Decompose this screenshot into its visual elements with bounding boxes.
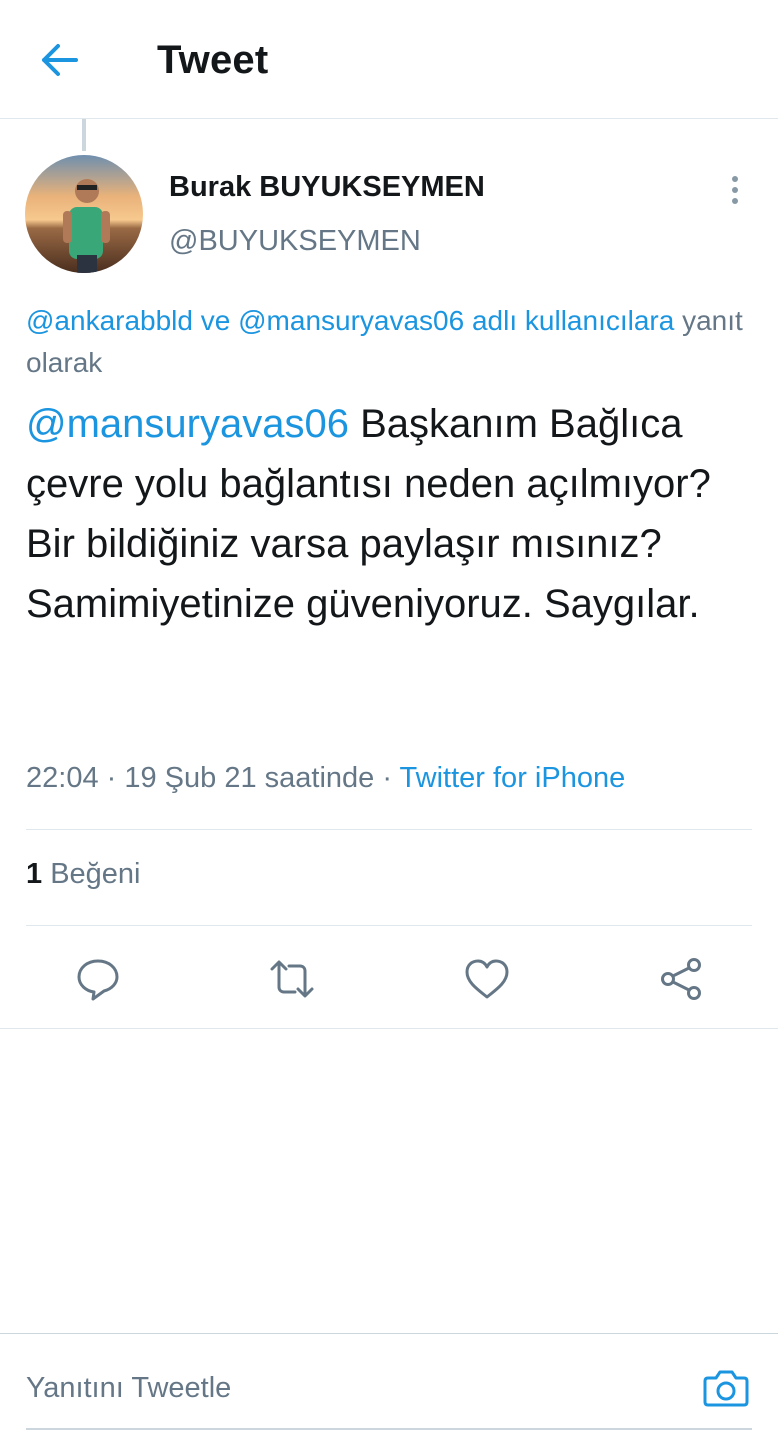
avatar[interactable] — [25, 155, 143, 273]
thread-connector-line — [82, 119, 86, 151]
more-options-button[interactable] — [718, 170, 752, 210]
mention-ankarabbld[interactable]: @ankarabbld — [26, 305, 193, 336]
likes-label: Beğeni — [50, 858, 141, 890]
reply-connector[interactable]: ve — [193, 305, 238, 336]
camera-button[interactable] — [702, 1364, 750, 1412]
section-divider — [0, 1028, 778, 1029]
reply-users-link[interactable]: adlı kullanıcılara — [464, 305, 674, 336]
meta-separator: · — [98, 762, 125, 794]
likes-count[interactable]: 1 Beğeni — [26, 858, 141, 891]
likes-number: 1 — [26, 858, 43, 890]
input-underline — [26, 1428, 752, 1430]
top-app-bar: Tweet — [0, 0, 778, 119]
share-button[interactable] — [657, 955, 705, 1003]
meta-separator-2: · — [374, 762, 400, 794]
back-button[interactable] — [34, 36, 86, 84]
reply-composer — [0, 1333, 778, 1440]
reply-input[interactable] — [26, 1358, 686, 1418]
like-button[interactable] — [463, 955, 511, 1003]
arrow-left-icon — [42, 44, 78, 76]
retweet-icon — [270, 960, 314, 998]
divider — [26, 829, 752, 830]
author-name[interactable]: Burak BUYUKSEYMEN — [169, 171, 485, 204]
share-icon — [661, 958, 701, 1000]
tweet-meta: 22:04 · 19 Şub 21 saatinde · Twitter for… — [26, 762, 625, 795]
reply-context: @ankarabbld ve @mansuryavas06 adlı kulla… — [26, 300, 756, 384]
tweet-text: @mansuryavas06 Başkanım Bağlıca çevre yo… — [26, 394, 756, 634]
like-icon — [465, 959, 509, 999]
divider — [26, 925, 752, 926]
page-title: Tweet — [157, 38, 269, 82]
tweet-date: 19 Şub 21 saatinde — [124, 762, 375, 794]
avatar-photo — [25, 155, 143, 273]
reply-icon — [77, 959, 119, 1001]
author-handle[interactable]: @BUYUKSEYMEN — [169, 225, 421, 258]
mention-mansuryavas06-context[interactable]: @mansuryavas06 — [238, 305, 464, 336]
reply-button[interactable] — [74, 955, 122, 1003]
tweet-time: 22:04 — [26, 762, 99, 794]
mention-mansuryavas06[interactable]: @mansuryavas06 — [26, 402, 349, 446]
tweet-source-link[interactable]: Twitter for iPhone — [400, 762, 626, 794]
camera-icon — [703, 1370, 749, 1407]
retweet-button[interactable] — [268, 955, 316, 1003]
